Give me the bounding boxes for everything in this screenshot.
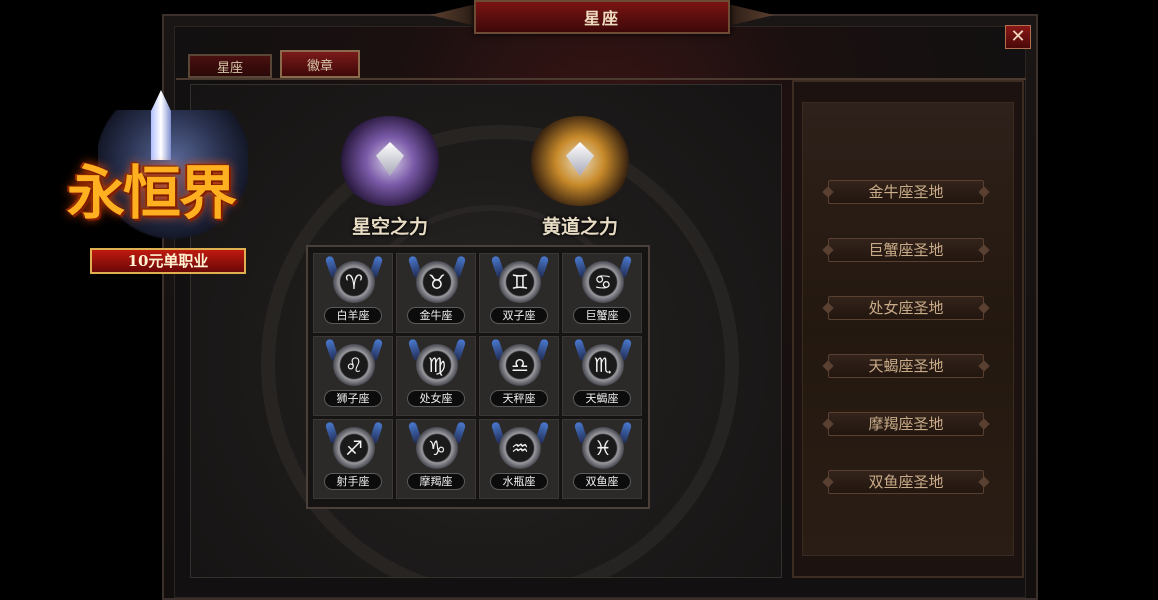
aquarius-icon: ♒ (499, 427, 541, 469)
sagittarius-icon: ♐ (333, 427, 375, 469)
zodiac-slot-scorpio[interactable]: ♏ 天蝎座 (562, 336, 642, 416)
zodiac-name: 射手座 (324, 473, 382, 490)
sanctuary-button-pisces[interactable]: 双鱼座圣地 (828, 470, 984, 494)
starry-power[interactable]: 星空之力 (320, 116, 460, 239)
close-button[interactable]: ✕ (1005, 25, 1031, 49)
tab-badge[interactable]: 徽章 (280, 50, 360, 78)
zodiac-slot-virgo[interactable]: ♍ 处女座 (396, 336, 476, 416)
sanctuary-button-virgo[interactable]: 处女座圣地 (828, 296, 984, 320)
virgo-icon: ♍ (416, 344, 458, 386)
sanctuary-panel (792, 80, 1024, 578)
zodiac-slot-cancer[interactable]: ♋ 巨蟹座 (562, 253, 642, 333)
zodiac-slot-gemini[interactable]: ♊ 双子座 (479, 253, 559, 333)
zodiac-name: 水瓶座 (490, 473, 548, 490)
zodiac-slot-sagittarius[interactable]: ♐ 射手座 (313, 419, 393, 499)
zodiac-slot-pisces[interactable]: ♓ 双鱼座 (562, 419, 642, 499)
logo-ribbon: 10元单职业 (90, 248, 246, 274)
zodiac-grid: ♈ 白羊座 ♉ 金牛座 ♊ 双子座 ♋ 巨蟹座 ♌ 狮子座 ♍ 处女座 ♎ 天秤… (306, 245, 650, 509)
logo-title: 永恒界 (66, 159, 237, 227)
zodiac-name: 双鱼座 (573, 473, 631, 490)
pisces-icon: ♓ (582, 427, 624, 469)
zodiac-name: 双子座 (490, 307, 548, 324)
zodiac-power[interactable]: 黄道之力 (510, 116, 650, 239)
zodiac-slot-taurus[interactable]: ♉ 金牛座 (396, 253, 476, 333)
scorpio-icon: ♏ (582, 344, 624, 386)
zodiac-name: 白羊座 (324, 307, 382, 324)
zodiac-name: 天秤座 (490, 390, 548, 407)
zodiac-slot-aquarius[interactable]: ♒ 水瓶座 (479, 419, 559, 499)
taurus-icon: ♉ (416, 261, 458, 303)
aries-icon: ♈ (333, 261, 375, 303)
libra-icon: ♎ (499, 344, 541, 386)
zodiac-name: 摩羯座 (407, 473, 465, 490)
sanctuary-button-taurus[interactable]: 金牛座圣地 (828, 180, 984, 204)
zodiac-slot-capricorn[interactable]: ♑ 摩羯座 (396, 419, 476, 499)
leo-icon: ♌ (333, 344, 375, 386)
zodiac-name: 处女座 (407, 390, 465, 407)
zodiac-name: 天蝎座 (573, 390, 631, 407)
zodiac-slot-leo[interactable]: ♌ 狮子座 (313, 336, 393, 416)
zodiac-name: 金牛座 (407, 307, 465, 324)
zodiac-name: 狮子座 (324, 390, 382, 407)
gemini-icon: ♊ (499, 261, 541, 303)
cancer-icon: ♋ (582, 261, 624, 303)
zodiac-power-label: 黄道之力 (541, 216, 618, 238)
game-logo: 永恒界 10元单职业 (0, 90, 300, 280)
starry-power-label: 星空之力 (351, 216, 428, 238)
sanctuary-button-cancer[interactable]: 巨蟹座圣地 (828, 238, 984, 262)
sanctuary-button-scorpio[interactable]: 天蝎座圣地 (828, 354, 984, 378)
zodiac-name: 巨蟹座 (573, 307, 631, 324)
capricorn-icon: ♑ (416, 427, 458, 469)
zodiac-slot-libra[interactable]: ♎ 天秤座 (479, 336, 559, 416)
window-title: 星座 (474, 0, 730, 34)
sanctuary-button-capricorn[interactable]: 摩羯座圣地 (828, 412, 984, 436)
zodiac-slot-aries[interactable]: ♈ 白羊座 (313, 253, 393, 333)
tab-constellation[interactable]: 星座 (188, 54, 272, 78)
zodiac-power-emblem-icon (528, 116, 632, 206)
starry-power-emblem-icon (338, 116, 442, 206)
